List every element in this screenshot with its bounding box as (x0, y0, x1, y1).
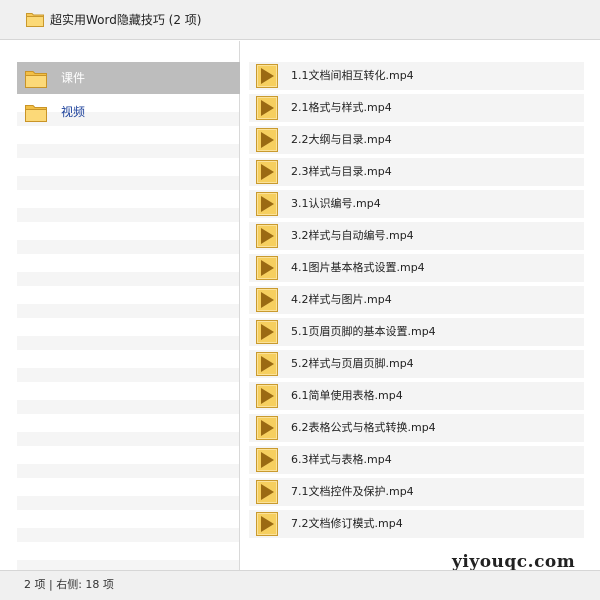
window-title: 超实用Word隐藏技巧 (2 项) (50, 13, 202, 27)
file-row[interactable]: 2.2大纲与目录.mp4 (249, 126, 584, 154)
video-file-icon (256, 416, 278, 443)
file-name: 6.2表格公式与格式转换.mp4 (291, 421, 436, 434)
file-name: 3.1认识编号.mp4 (291, 197, 381, 210)
sidebar-item-label: 课件 (61, 71, 86, 85)
video-file-icon (256, 64, 278, 91)
file-row[interactable]: 5.2样式与页眉页脚.mp4 (249, 350, 584, 378)
file-list-pane: 1.1文档间相互转化.mp4 2.1格式与样式.mp4 2.2大纲与目录.mp4… (241, 41, 600, 570)
video-file-icon (256, 448, 278, 475)
file-row[interactable]: 2.3样式与目录.mp4 (249, 158, 584, 186)
file-name: 3.2样式与自动编号.mp4 (291, 229, 414, 242)
title-bar: 超实用Word隐藏技巧 (2 项) (0, 0, 600, 40)
folder-icon (26, 11, 44, 30)
video-file-icon (256, 512, 278, 539)
file-row[interactable]: 2.1格式与样式.mp4 (249, 94, 584, 122)
video-file-icon (256, 320, 278, 347)
video-file-icon (256, 224, 278, 251)
sidebar-item-shipin[interactable]: 视频 (17, 96, 240, 128)
file-row[interactable]: 6.3样式与表格.mp4 (249, 446, 584, 474)
watermark: yiyouqc.com (452, 552, 576, 572)
file-name: 6.1简单使用表格.mp4 (291, 389, 403, 402)
file-row[interactable]: 3.2样式与自动编号.mp4 (249, 222, 584, 250)
file-name: 6.3样式与表格.mp4 (291, 453, 392, 466)
file-row[interactable]: 6.1简单使用表格.mp4 (249, 382, 584, 410)
file-name: 2.3样式与目录.mp4 (291, 165, 392, 178)
video-file-icon (256, 352, 278, 379)
file-name: 2.1格式与样式.mp4 (291, 101, 392, 114)
file-row[interactable]: 1.1文档间相互转化.mp4 (249, 62, 584, 90)
video-file-icon (256, 160, 278, 187)
file-name: 1.1文档间相互转化.mp4 (291, 69, 414, 82)
sidebar-item-kejian[interactable]: 课件 (17, 62, 240, 94)
file-name: 2.2大纲与目录.mp4 (291, 133, 392, 146)
status-text: 2 项 | 右侧: 18 项 (24, 578, 114, 591)
video-file-icon (256, 256, 278, 283)
file-row[interactable]: 4.2样式与图片.mp4 (249, 286, 584, 314)
sidebar-item-label: 视频 (61, 105, 86, 119)
status-bar: 2 项 | 右侧: 18 项 (0, 570, 600, 600)
file-name: 7.2文档修订模式.mp4 (291, 517, 403, 530)
video-file-icon (256, 288, 278, 315)
file-row[interactable]: 7.1文档控件及保护.mp4 (249, 478, 584, 506)
file-name: 4.1图片基本格式设置.mp4 (291, 261, 425, 274)
video-file-icon (256, 192, 278, 219)
file-row[interactable]: 6.2表格公式与格式转换.mp4 (249, 414, 584, 442)
video-file-icon (256, 128, 278, 155)
video-file-icon (256, 480, 278, 507)
file-row[interactable]: 3.1认识编号.mp4 (249, 190, 584, 218)
file-row[interactable]: 5.1页眉页脚的基本设置.mp4 (249, 318, 584, 346)
video-file-icon (256, 384, 278, 411)
folder-list-pane: 课件 视频 (0, 41, 240, 570)
file-name: 5.2样式与页眉页脚.mp4 (291, 357, 414, 370)
file-name: 4.2样式与图片.mp4 (291, 293, 392, 306)
folder-icon (25, 103, 47, 125)
file-row[interactable]: 7.2文档修订模式.mp4 (249, 510, 584, 538)
file-row[interactable]: 4.1图片基本格式设置.mp4 (249, 254, 584, 282)
file-name: 7.1文档控件及保护.mp4 (291, 485, 414, 498)
stripe-background (17, 62, 239, 570)
file-name: 5.1页眉页脚的基本设置.mp4 (291, 325, 436, 338)
video-file-icon (256, 96, 278, 123)
folder-icon (25, 69, 47, 91)
